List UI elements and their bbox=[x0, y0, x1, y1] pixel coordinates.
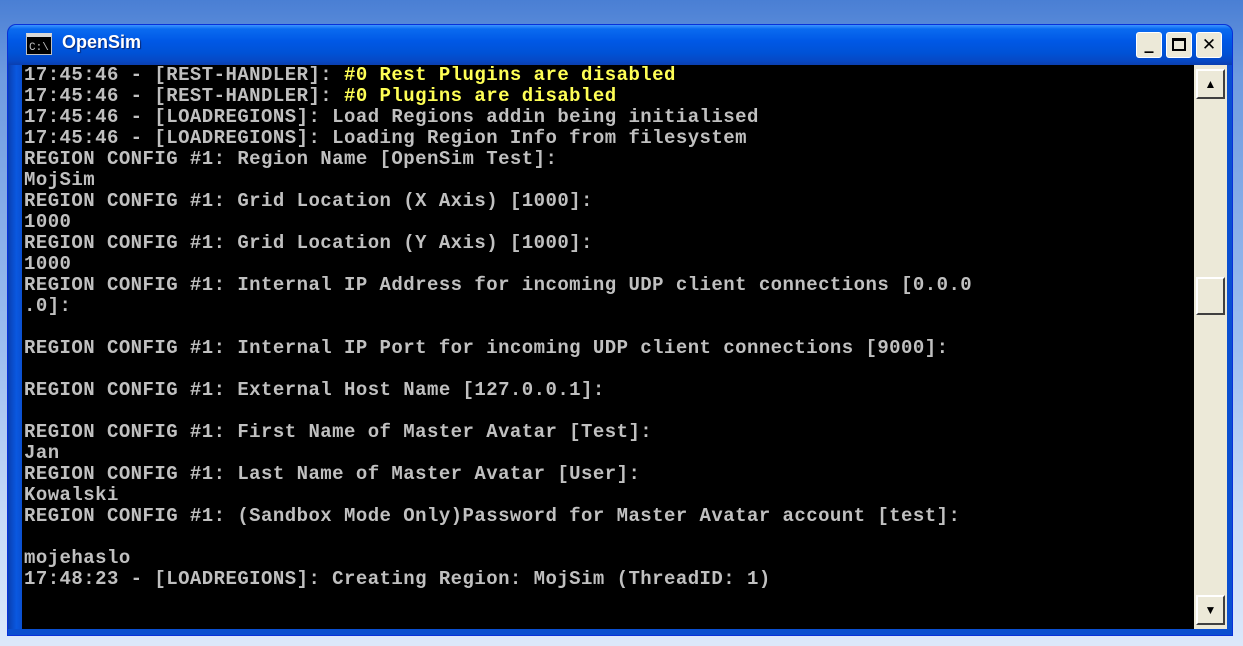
console-line: 17:45:46 - [LOADREGIONS]: Loading Region… bbox=[22, 128, 1194, 149]
scroll-up-button[interactable]: ▲ bbox=[1196, 69, 1225, 99]
console-line-text: 1000 bbox=[24, 253, 72, 275]
arrow-down-icon: ▼ bbox=[1204, 603, 1217, 617]
console-line-text: 1000 bbox=[24, 211, 72, 233]
console-line-text: REGION CONFIG #1: Last Name of Master Av… bbox=[24, 463, 641, 485]
console-line-text: 17:45:46 - [REST-HANDLER]: bbox=[24, 85, 344, 107]
console-line: Jan bbox=[22, 443, 1194, 464]
console-line: REGION CONFIG #1: Grid Location (Y Axis)… bbox=[22, 233, 1194, 254]
console-line: REGION CONFIG #1: Internal IP Address fo… bbox=[22, 275, 1194, 296]
console-line: .0]: bbox=[22, 296, 1194, 317]
console-line: 1000 bbox=[22, 212, 1194, 233]
console-line-highlight: #0 Plugins are disabled bbox=[344, 85, 617, 107]
console-line-text: 17:45:46 - [LOADREGIONS]: Load Regions a… bbox=[24, 106, 759, 128]
console-line: REGION CONFIG #1: Region Name [OpenSim T… bbox=[22, 149, 1194, 170]
console-line-text: Jan bbox=[24, 442, 60, 464]
console-app-icon[interactable]: C:\ bbox=[26, 33, 52, 55]
console-line: Kowalski bbox=[22, 485, 1194, 506]
console-line-text: Kowalski bbox=[24, 484, 119, 506]
minimize-icon: _ bbox=[1144, 33, 1154, 54]
console-line-text: REGION CONFIG #1: Grid Location (Y Axis)… bbox=[24, 232, 593, 254]
console-line: mojehaslo bbox=[22, 548, 1194, 569]
console-output[interactable]: 17:45:46 - [REST-HANDLER]: #0 Rest Plugi… bbox=[22, 65, 1194, 629]
close-icon: ✕ bbox=[1201, 35, 1217, 55]
console-line-text: REGION CONFIG #1: External Host Name [12… bbox=[24, 379, 605, 401]
console-line: 1000 bbox=[22, 254, 1194, 275]
console-line: 17:48:23 - [LOADREGIONS]: Creating Regio… bbox=[22, 569, 1194, 590]
console-line-text: REGION CONFIG #1: First Name of Master A… bbox=[24, 421, 653, 443]
arrow-up-icon: ▲ bbox=[1204, 77, 1217, 91]
console-line: REGION CONFIG #1: External Host Name [12… bbox=[22, 380, 1194, 401]
maximize-button[interactable] bbox=[1166, 32, 1192, 58]
console-line-text: 17:45:46 - [LOADREGIONS]: Loading Region… bbox=[24, 127, 747, 149]
console-line: REGION CONFIG #1: First Name of Master A… bbox=[22, 422, 1194, 443]
console-line-text: REGION CONFIG #1: Grid Location (X Axis)… bbox=[24, 190, 593, 212]
console-line: MojSim bbox=[22, 170, 1194, 191]
console-line-text: REGION CONFIG #1: Region Name [OpenSim T… bbox=[24, 148, 558, 170]
maximize-icon bbox=[1172, 38, 1186, 51]
window-frame-left bbox=[8, 65, 22, 635]
console-line-text: 17:45:46 - [REST-HANDLER]: bbox=[24, 65, 344, 86]
vertical-scrollbar[interactable]: ▲ ▼ bbox=[1194, 65, 1227, 629]
console-line: REGION CONFIG #1: Grid Location (X Axis)… bbox=[22, 191, 1194, 212]
console-line-text: 17:48:23 - [LOADREGIONS]: Creating Regio… bbox=[24, 568, 771, 590]
window-frame-right bbox=[1227, 65, 1232, 635]
scroll-thumb[interactable] bbox=[1196, 277, 1225, 315]
console-line: REGION CONFIG #1: Last Name of Master Av… bbox=[22, 464, 1194, 485]
console-line-text: .0]: bbox=[24, 295, 72, 317]
scroll-down-button[interactable]: ▼ bbox=[1196, 595, 1225, 625]
title-bar[interactable]: C:\ OpenSim _ ✕ bbox=[8, 25, 1232, 65]
console-line-text: REGION CONFIG #1: Internal IP Port for i… bbox=[24, 337, 949, 359]
console-line-text: MojSim bbox=[24, 169, 96, 191]
console-line-text: REGION CONFIG #1: (Sandbox Mode Only)Pas… bbox=[24, 505, 961, 527]
close-button[interactable]: ✕ bbox=[1196, 32, 1222, 58]
console-line: 17:45:46 - [REST-HANDLER]: #0 Plugins ar… bbox=[22, 86, 1194, 107]
window-frame-bottom bbox=[8, 629, 1232, 635]
console-line: REGION CONFIG #1: (Sandbox Mode Only)Pas… bbox=[22, 506, 1194, 527]
window-title: OpenSim bbox=[62, 32, 142, 52]
console-line: 17:45:46 - [REST-HANDLER]: #0 Rest Plugi… bbox=[22, 65, 1194, 86]
console-window: C:\ OpenSim _ ✕ 17:45:46 - [REST-HANDLER… bbox=[8, 25, 1232, 635]
console-line: REGION CONFIG #1: Internal IP Port for i… bbox=[22, 338, 1194, 359]
console-line-text: REGION CONFIG #1: Internal IP Address fo… bbox=[24, 274, 973, 296]
console-line: 17:45:46 - [LOADREGIONS]: Load Regions a… bbox=[22, 107, 1194, 128]
console-line-text: mojehaslo bbox=[24, 547, 131, 569]
console-line-highlight: #0 Rest Plugins are disabled bbox=[344, 65, 676, 86]
console-lines: 17:45:46 - [REST-HANDLER]: #0 Rest Plugi… bbox=[22, 65, 1194, 590]
minimize-button[interactable]: _ bbox=[1136, 32, 1162, 58]
